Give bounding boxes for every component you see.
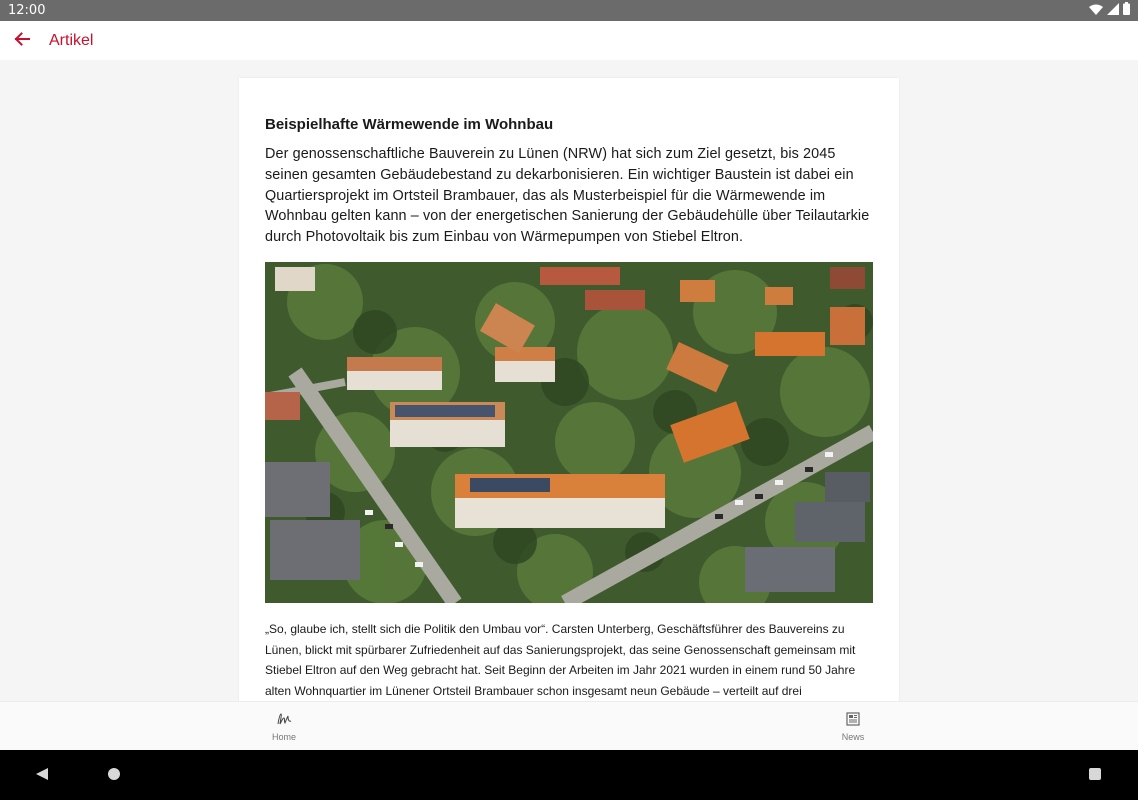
article-body: „So, glaube ich, stellt sich die Politik… (265, 622, 856, 699)
arrow-left-icon (14, 31, 30, 51)
article-card: Beispielhafte Wärmewende im Wohnbau Der … (239, 78, 899, 701)
article-lead: Der genossenschaftliche Bauverein zu Lün… (265, 146, 870, 246)
circle-home-icon (107, 767, 121, 786)
article-scroll-area[interactable]: Beispielhafte Wärmewende im Wohnbau Der … (0, 60, 1138, 701)
status-bar: 12:00 (0, 0, 1138, 21)
page-title: Artikel (49, 32, 94, 49)
system-navigation-bar (0, 750, 1138, 800)
newspaper-icon (846, 709, 860, 729)
signal-icon (1107, 2, 1119, 20)
article-image[interactable] (265, 262, 873, 603)
system-back-button[interactable] (33, 767, 51, 785)
status-time: 12:00 (8, 3, 46, 18)
bottom-navigation: Home News (0, 701, 1138, 750)
nav-label-news: News (841, 732, 865, 742)
article-headline: Beispielhafte Wärmewende im Wohnbau (265, 116, 554, 133)
nav-item-home[interactable]: Home (254, 709, 314, 743)
nav-label-home: Home (271, 732, 296, 742)
triangle-back-icon (35, 767, 49, 786)
aerial-neighborhood-photo (265, 262, 873, 603)
status-icons (1089, 1, 1130, 20)
square-recents-icon (1088, 767, 1102, 786)
battery-icon (1123, 1, 1130, 20)
back-button[interactable] (10, 29, 34, 53)
system-recents-button[interactable] (1086, 767, 1104, 785)
nav-item-news[interactable]: News (823, 709, 883, 743)
wifi-icon (1089, 2, 1103, 20)
app-bar: Artikel (0, 21, 1138, 60)
system-home-button[interactable] (105, 767, 123, 785)
signature-icon (276, 709, 292, 729)
